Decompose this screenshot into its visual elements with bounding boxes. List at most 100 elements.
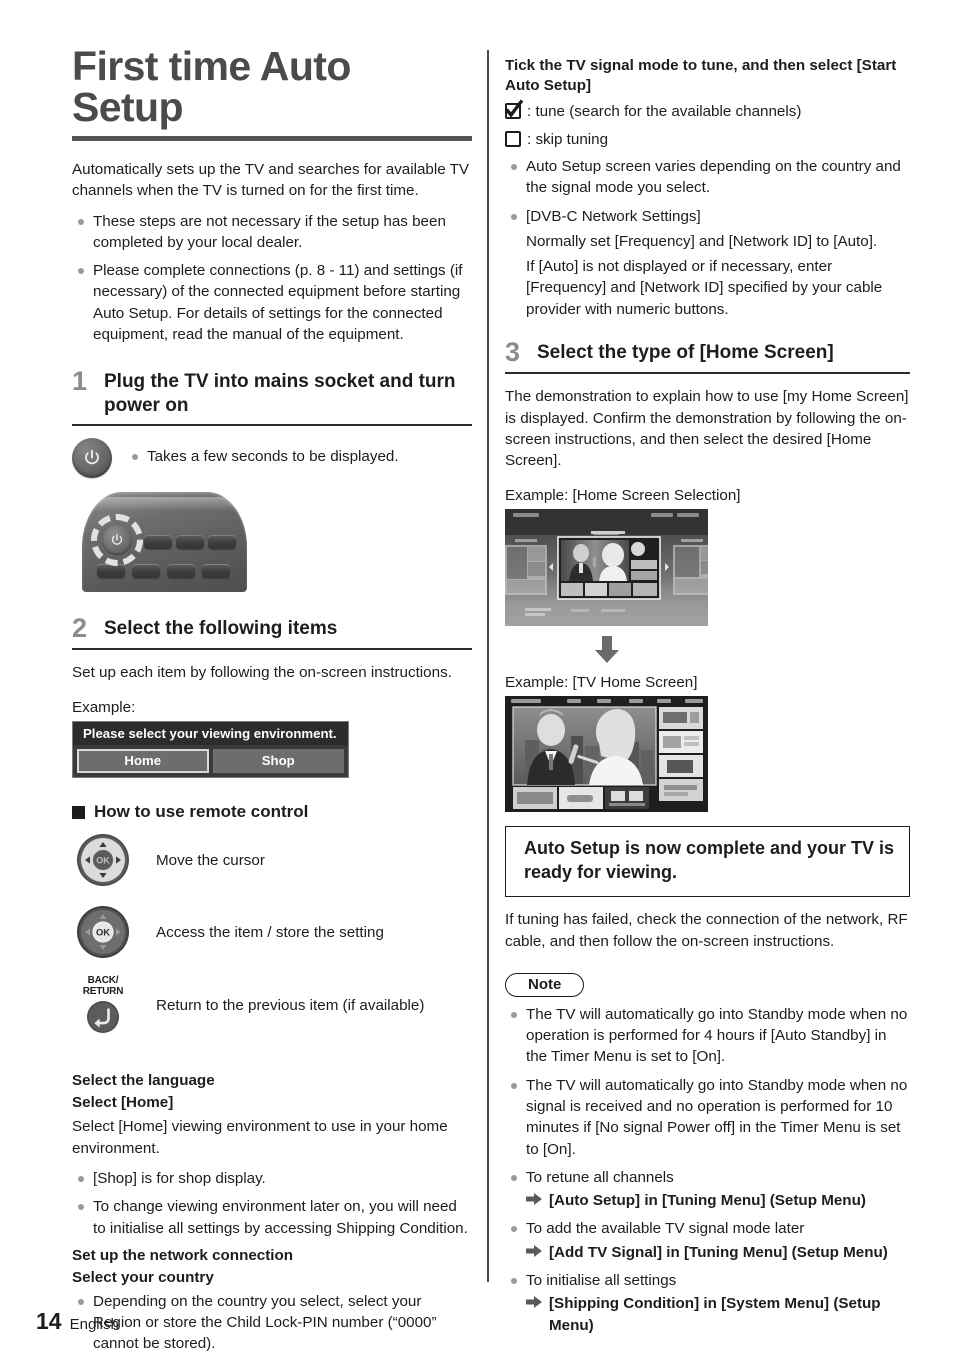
note-item-reference-text: [Shipping Condition] in [System Menu] (S… [549,1295,881,1334]
tune-heading: Tick the TV signal mode to tune, and the… [505,57,897,95]
completion-box: Auto Setup is now complete and your TV i… [505,826,910,898]
remote-power-button-icon [102,524,132,555]
svg-text:OK: OK [96,856,110,866]
list-item: To change viewing environment later on, … [72,1196,472,1239]
remote-key-row: BACK/ RETURN Return to the previous item… [72,976,472,1034]
note-item-reference: [Auto Setup] in [Tuning Menu] (Setup Men… [526,1190,910,1211]
heading-select-language: Select the language [72,1072,215,1090]
ok-button-glyph-icon: OK [77,906,129,959]
list-item: The TV will automatically go into Standb… [505,1004,910,1068]
back-return-icon: BACK/ RETURN [72,976,134,1034]
remote-key-row: OK Access the item / store the setting [72,904,472,960]
remote-section-heading-text: How to use remote control [94,802,309,822]
back-arrow-glyph-icon [87,1001,119,1034]
osd-button-shop[interactable]: Shop [212,749,344,774]
remote-button [97,563,125,578]
back-return-label-line1: BACK/ [87,975,119,987]
home-bullet-list: [Shop] is for shop display. To change vi… [72,1168,472,1239]
page-language: English [69,1316,119,1333]
home-screen-selection-image [505,509,708,627]
arrow-right-icon [526,1244,542,1257]
example-label: Example: [72,699,136,717]
page-number: 14 [36,1308,62,1334]
check-glyph-icon [505,99,524,119]
note-item-text: To add the available TV signal mode late… [526,1220,805,1238]
list-item: These steps are not necessary if the set… [72,211,472,254]
cursor-pad-icon: OK [72,832,134,888]
power-icon [72,437,112,478]
title-underline [72,136,472,141]
note-item-text: To retune all channels [526,1168,674,1186]
tv-home-screen-screenshot [505,696,708,813]
dvbc-line2: If [Auto] is not displayed or if necessa… [526,258,883,318]
note-bullet-list: The TV will automatically go into Standb… [505,1004,910,1336]
note-item-reference-text: [Add TV Signal] in [Tuning Menu] (Setup … [549,1243,888,1261]
step-2-intro: Set up each item by following the on-scr… [72,664,452,682]
heading-network-connection: Set up the network connection [72,1246,294,1264]
tune-bullet-list: Auto Setup screen varies depending on th… [505,156,910,320]
square-bullet-icon [72,805,85,819]
list-item: To retune all channels [Auto Setup] in [… [505,1167,910,1212]
remote-button [132,563,160,578]
remote-key-label: Move the cursor [156,851,265,869]
remote-button [202,563,230,578]
remote-button [208,534,236,549]
power-glyph-icon [85,449,99,465]
arrow-right-icon [526,1296,542,1309]
back-return-key: BACK/ RETURN [83,976,123,1034]
list-item: To add the available TV signal mode late… [505,1218,910,1263]
checkbox-line-tune: : tune (search for the available channel… [505,99,910,122]
list-item-dvbc: [DVB-C Network Settings] Normally set [F… [505,206,910,320]
step-1-rule [72,423,472,426]
example1-label: Example: [Home Screen Selection] [505,487,741,505]
remote-button [176,534,204,549]
home-description: Select [Home] viewing environment to use… [72,1118,448,1157]
list-item: Depending on the country you select, sel… [72,1291,472,1355]
step-2-number: 2 [72,612,88,643]
page-footer: 14 English [36,1308,119,1335]
step-1-title: Plug the TV into mains socket and turn p… [104,371,456,416]
list-item: Please complete connections (p. 8 - 11) … [72,260,472,345]
note-badge: Note [505,972,585,997]
list-item: Auto Setup screen varies depending on th… [505,156,910,199]
country-bullet-list: Depending on the country you select, sel… [72,1291,472,1355]
intro-paragraph: Automatically sets up the TV and searche… [72,161,470,200]
arrow-down-glyph-icon [594,636,619,664]
page-title: First time Auto Setup [72,43,351,130]
home-screen-selection-screenshot [505,509,708,627]
dvbc-line1: Normally set [Frequency] and [Network ID… [526,232,878,250]
heading-select-home: Select [Home] [72,1094,174,1112]
remote-top-highlight [89,496,240,511]
left-column: First time Auto Setup Automatically sets… [72,46,472,1362]
step-2-title: Select the following items [104,617,338,639]
list-item: The TV will automatically go into Standb… [505,1075,910,1160]
remote-button [144,534,172,549]
power-on-row: Takes a few seconds to be displayed. [72,437,472,478]
dvbc-label: [DVB-C Network Settings] [526,207,701,225]
power-note-text: Takes a few seconds to be displayed. [126,438,399,467]
step-1-heading: 1 Plug the TV into mains socket and turn… [72,367,472,418]
remote-button [167,563,195,578]
checkbox-line-text: : tune (search for the available channel… [527,103,802,121]
checkbox-line-text: : skip tuning [527,130,609,148]
tuning-failed-text: If tuning has failed, check the connecti… [505,911,908,950]
step-1-number: 1 [72,366,88,397]
list-item: To initialise all settings [Shipping Con… [505,1270,910,1336]
step-2-heading: 2 Select the following items [72,612,472,643]
note-item-reference: [Add TV Signal] in [Tuning Menu] (Setup … [526,1242,910,1263]
list-item: [Shop] is for shop display. [72,1168,472,1189]
step-2-rule [72,648,472,651]
column-divider [487,50,489,1282]
remote-key-label: Return to the previous item (if availabl… [156,996,425,1014]
osd-button-home[interactable]: Home [77,749,209,774]
note-item-reference: [Shipping Condition] in [System Menu] (S… [526,1293,910,1336]
osd-title: Please select your viewing environment. [73,722,348,746]
checkbox-empty-icon [505,130,521,147]
checkbox-line-skip: : skip tuning [505,129,910,150]
power-glyph-icon [111,533,123,545]
remote-key-label: Access the item / store the setting [156,923,384,941]
checkbox-checked-icon [505,99,524,120]
step-3-number: 3 [505,336,521,367]
remote-key-row: OK Move the cursor [72,832,472,888]
right-column: Tick the TV signal mode to tune, and the… [505,56,910,1343]
